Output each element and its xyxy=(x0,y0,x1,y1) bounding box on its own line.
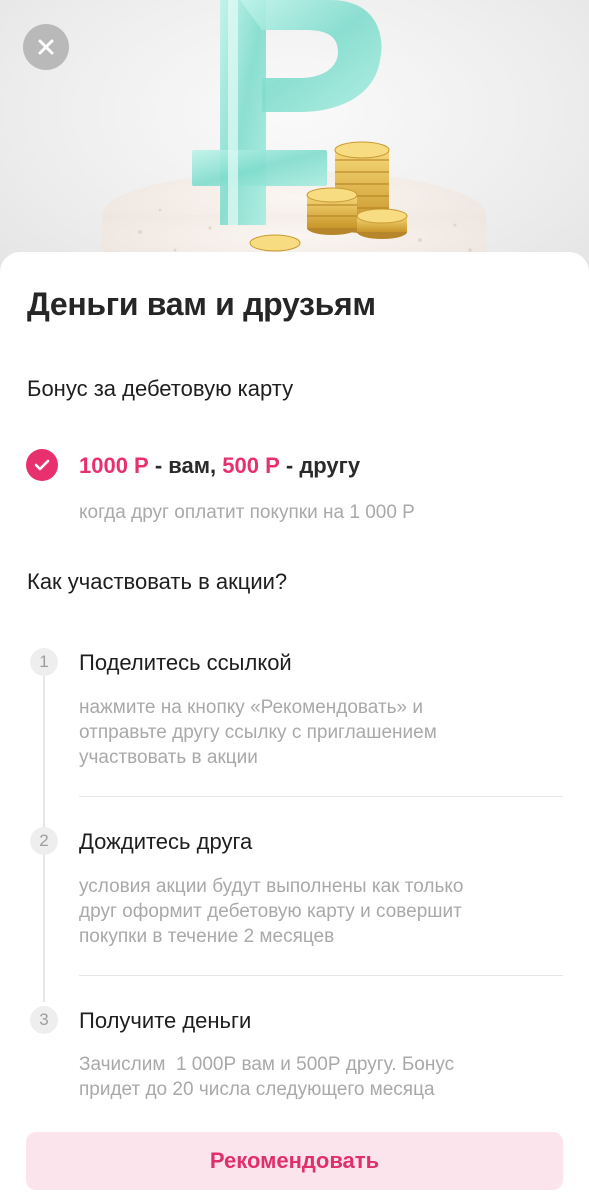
bonus-amount-friend: 500 Р xyxy=(222,453,280,478)
bonus-text-friend: - другу xyxy=(279,453,361,478)
step-desc-line: Зачислим 1 000Р вам и 500Р другу. Бонус xyxy=(79,1054,455,1075)
bonus-amounts: 1000 Р - вам, 500 Р - другу xyxy=(79,453,360,479)
check-icon xyxy=(26,449,58,481)
hero-illustration xyxy=(0,0,589,280)
recommend-button[interactable]: Рекомендовать xyxy=(26,1132,563,1190)
step-description: условия акции будут выполнены как только… xyxy=(79,874,549,949)
ruble-coins-illustration xyxy=(102,0,486,280)
bonus-note: когда друг оплатит покупки на 1 000 Р xyxy=(79,502,415,523)
step-desc-line: условия акции будут выполнены как только xyxy=(79,876,464,897)
step-desc-line: отправьте другу ссылку с приглашением xyxy=(79,722,437,743)
step-number: 2 xyxy=(30,827,58,855)
divider xyxy=(79,975,563,976)
bottom-sheet: Деньги вам и друзьям Бонус за дебетовую … xyxy=(0,252,589,1200)
bonus-amount-you: 1000 Р xyxy=(79,453,149,478)
step-title: Дождитесь друга xyxy=(79,829,253,854)
step-description: нажмите на кнопку «Рекомендовать» и отпр… xyxy=(79,695,549,770)
step-number: 3 xyxy=(30,1006,58,1034)
bonus-subtitle: Бонус за дебетовую карту xyxy=(27,376,294,401)
step-desc-line: участвовать в акции xyxy=(79,747,258,768)
bonus-text-you: - вам, xyxy=(148,453,223,478)
step-title: Получите деньги xyxy=(79,1008,252,1033)
step-desc-line: покупки в течение 2 месяцев xyxy=(79,926,335,947)
divider xyxy=(79,796,563,797)
step-desc-line: придет до 20 числа следующего месяца xyxy=(79,1079,435,1100)
close-button[interactable] xyxy=(23,24,69,70)
page-title: Деньги вам и друзьям xyxy=(27,286,376,322)
step-desc-line: нажмите на кнопку «Рекомендовать» и xyxy=(79,697,424,718)
step-description: Зачислим 1 000Р вам и 500Р другу. Бонус … xyxy=(79,1052,549,1102)
how-to-title: Как участвовать в акции? xyxy=(27,569,288,594)
close-icon xyxy=(38,39,54,55)
step-title: Поделитесь ссылкой xyxy=(79,650,292,675)
step-desc-line: друг оформит дебетовую карту и совершит xyxy=(79,901,462,922)
step-number: 1 xyxy=(30,648,58,676)
